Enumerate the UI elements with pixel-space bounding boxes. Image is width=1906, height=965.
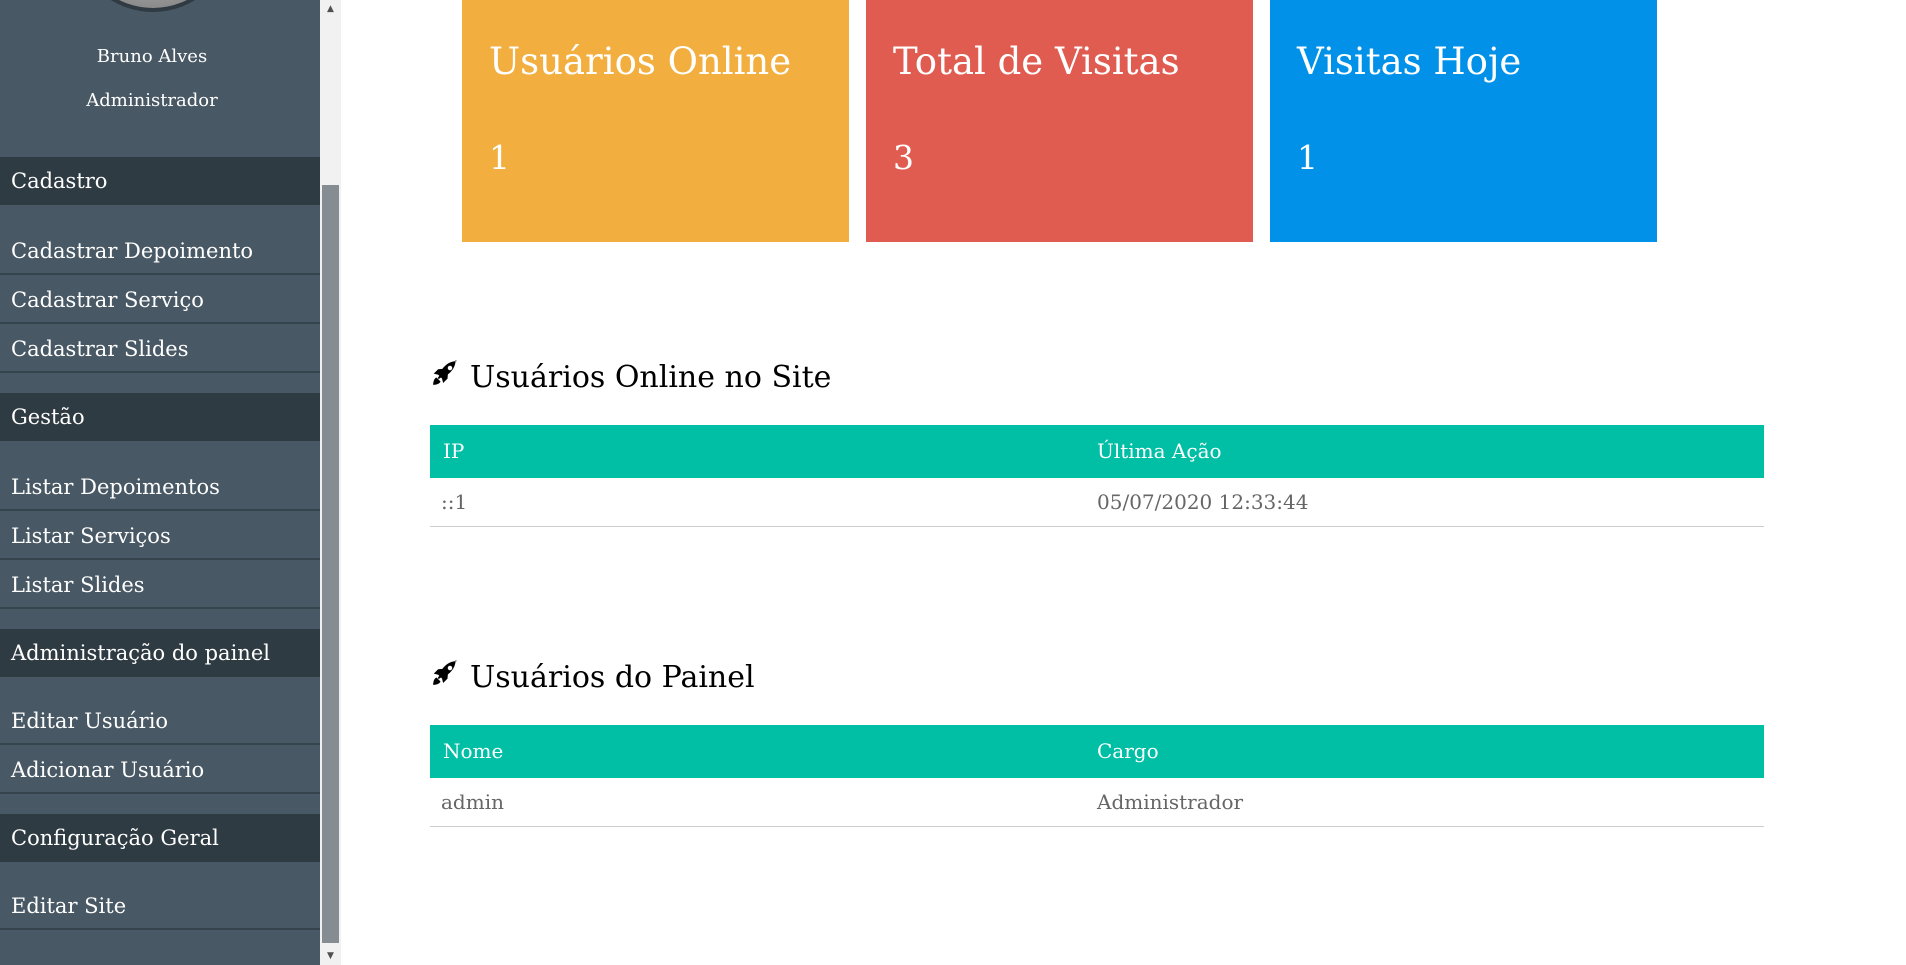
menu-item-listar-depoimentos[interactable]: Listar Depoimentos (0, 463, 320, 511)
section-title-text: Usuários Online no Site (470, 359, 832, 395)
column-header-ultima-acao: Última Ação (1097, 439, 1222, 463)
avatar (73, 0, 233, 12)
stat-value: 1 (489, 138, 510, 177)
cell-nome: admin (441, 790, 504, 814)
rocket-icon (430, 358, 470, 396)
menu-item-editar-site[interactable]: Editar Site (0, 882, 320, 930)
stat-box-visitas-hoje: Visitas Hoje 1 (1270, 0, 1657, 242)
cell-cargo: Administrador (1097, 790, 1244, 814)
menu-item-listar-slides[interactable]: Listar Slides (0, 561, 320, 609)
stat-box-usuarios-online: Usuários Online 1 (462, 0, 849, 242)
menu-item-adicionar-usuario[interactable]: Adicionar Usuário (0, 746, 320, 794)
stat-value: 3 (893, 138, 914, 177)
section-title-panel-users: Usuários do Painel (430, 658, 755, 696)
section-title-online-users: Usuários Online no Site (430, 358, 831, 396)
scroll-up-arrow-icon[interactable]: ▲ (320, 0, 341, 18)
scroll-down-arrow-icon[interactable]: ▼ (320, 947, 341, 965)
table-row: admin Administrador (430, 778, 1764, 827)
stat-title: Usuários Online (489, 40, 792, 83)
sidebar-scrollbar[interactable]: ▲ ▼ (320, 0, 341, 965)
section-title-text: Usuários do Painel (470, 659, 755, 695)
stat-value: 1 (1297, 138, 1318, 177)
stat-title: Total de Visitas (893, 40, 1180, 83)
column-header-ip: IP (443, 439, 465, 463)
sidebar: Bruno Alves Administrador Cadastro Cadas… (0, 0, 320, 965)
stat-box-total-visitas: Total de Visitas 3 (866, 0, 1253, 242)
menu-item-editar-usuario[interactable]: Editar Usuário (0, 697, 320, 745)
user-role: Administrador (86, 90, 218, 111)
rocket-icon (430, 658, 470, 696)
cell-ultima-acao: 05/07/2020 12:33:44 (1097, 490, 1309, 514)
menu-header-configuracao: Configuração Geral (0, 814, 320, 862)
menu-item-listar-servicos[interactable]: Listar Serviços (0, 512, 320, 560)
menu-header-administracao: Administração do painel (0, 629, 320, 677)
menu-header-cadastro: Cadastro (0, 157, 320, 205)
column-header-cargo: Cargo (1097, 739, 1159, 763)
table-header-panel-users: Nome Cargo (430, 725, 1764, 778)
stat-title: Visitas Hoje (1297, 40, 1522, 83)
table-row: ::1 05/07/2020 12:33:44 (430, 478, 1764, 527)
menu-header-gestao: Gestão (0, 393, 320, 441)
user-name: Bruno Alves (96, 46, 208, 67)
scroll-thumb[interactable] (322, 185, 339, 943)
table-header-online-users: IP Última Ação (430, 425, 1764, 478)
cell-ip: ::1 (441, 490, 468, 514)
menu-item-cadastrar-depoimento[interactable]: Cadastrar Depoimento (0, 227, 320, 275)
column-header-nome: Nome (443, 739, 504, 763)
menu-item-cadastrar-servico[interactable]: Cadastrar Serviço (0, 276, 320, 324)
menu-item-cadastrar-slides[interactable]: Cadastrar Slides (0, 325, 320, 373)
